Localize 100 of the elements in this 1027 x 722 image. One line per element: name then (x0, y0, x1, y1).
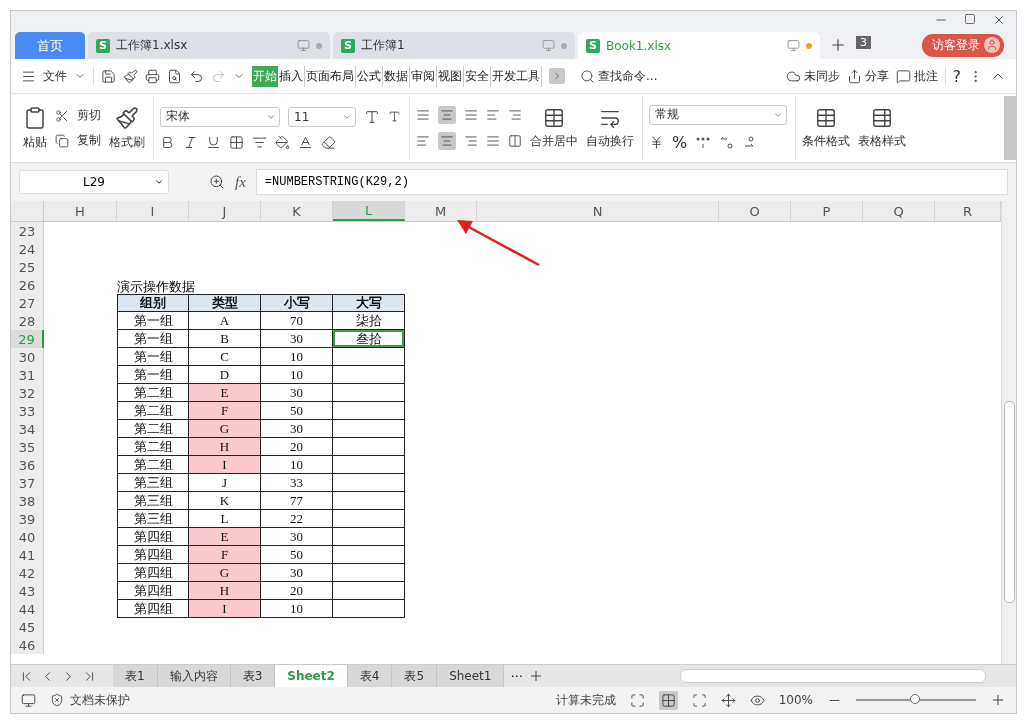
indent-icon[interactable] (508, 108, 522, 122)
cut-icon[interactable] (55, 108, 69, 123)
document-tab[interactable]: S 工作簿1.xlsx (88, 32, 330, 59)
new-tab-icon[interactable] (829, 36, 847, 54)
paste-button[interactable]: 粘贴 (23, 133, 47, 151)
close-icon[interactable] (992, 13, 1006, 27)
row-header[interactable]: 25 (11, 258, 44, 276)
align-right-icon[interactable] (464, 134, 478, 148)
sync-status[interactable]: 未同步 (803, 67, 840, 85)
format-painter-icon[interactable] (115, 105, 139, 130)
number-format-select[interactable]: 常规 (649, 104, 787, 125)
italic-icon[interactable] (183, 134, 198, 150)
row-header[interactable]: 27 (11, 294, 44, 312)
font-size-select[interactable]: 11 (288, 106, 356, 127)
ribbon-tab[interactable]: 安全 (464, 65, 491, 87)
comment-button[interactable]: 批注 (913, 67, 938, 85)
merge-center-button[interactable]: 合并居中 (530, 132, 578, 150)
cut-button[interactable]: 剪切 (77, 107, 101, 124)
underline-icon[interactable] (206, 134, 221, 150)
row-header[interactable]: 40 (11, 528, 44, 546)
sheet-tab[interactable]: Sheet2 (275, 665, 348, 687)
sheet-tab[interactable]: Sheet1 (437, 665, 505, 687)
display-icon[interactable] (21, 692, 36, 708)
comment-icon[interactable] (895, 68, 911, 84)
format-painter-button[interactable]: 格式刷 (109, 133, 145, 151)
row-header[interactable]: 33 (11, 402, 44, 420)
row-header[interactable]: 32 (11, 384, 44, 402)
table-style-button[interactable]: 表格样式 (858, 132, 906, 150)
eraser-icon[interactable] (321, 134, 336, 150)
row-header[interactable]: 44 (11, 600, 44, 618)
zoom-thumb[interactable] (910, 694, 920, 704)
undo-icon[interactable] (189, 68, 204, 84)
more-sheets-button[interactable]: ⋯ (510, 669, 523, 683)
print-icon[interactable] (145, 68, 160, 84)
ribbon-tab[interactable]: 页面布局 (305, 65, 356, 87)
name-box[interactable]: L29 (19, 170, 169, 194)
ribbon-tab[interactable]: 数据 (383, 65, 410, 87)
thousands-separator-icon[interactable] (695, 135, 712, 149)
file-menu[interactable]: 文件 (43, 67, 67, 85)
fill-color-icon[interactable] (275, 134, 290, 150)
row-header[interactable]: 30 (11, 348, 44, 366)
normal-view-icon[interactable] (660, 692, 676, 708)
fullscreen-icon[interactable] (629, 692, 645, 708)
merge-icon[interactable] (543, 106, 565, 129)
decrease-font-icon[interactable] (388, 110, 401, 123)
page-view-icon[interactable] (691, 692, 707, 708)
horizontal-scrollbar[interactable] (680, 669, 986, 683)
row-header[interactable]: 42 (11, 564, 44, 582)
ribbon-tab[interactable]: 开发工具 (491, 65, 542, 87)
share-button[interactable]: 分享 (864, 67, 889, 85)
paste-icon[interactable] (23, 105, 47, 130)
preview-icon[interactable] (167, 68, 182, 84)
align-bottom-icon[interactable] (464, 108, 478, 122)
row-header[interactable]: 23 (11, 222, 44, 240)
zoom-in-icon[interactable] (990, 692, 1006, 708)
scroll-thumb[interactable] (1003, 401, 1015, 603)
increase-decimal-icon[interactable] (719, 135, 736, 149)
outdent-icon[interactable] (486, 108, 500, 122)
row-header[interactable]: 38 (11, 492, 44, 510)
document-tab[interactable]: S Book1.xlsx (578, 32, 820, 59)
command-search[interactable]: 查找命令... (598, 67, 658, 85)
help-button[interactable]: ? (952, 66, 961, 86)
row-header[interactable]: 36 (11, 456, 44, 474)
row-header[interactable]: 35 (11, 438, 44, 456)
row-header[interactable]: 34 (11, 420, 44, 438)
split-view-icon[interactable] (720, 692, 736, 708)
row-header[interactable]: 26 (11, 276, 44, 294)
eye-protection-icon[interactable] (749, 692, 765, 708)
row-header[interactable]: 43 (11, 582, 44, 600)
sheet-tab[interactable]: 表1 (113, 665, 158, 687)
align-top-icon[interactable] (416, 108, 430, 122)
cloud-icon[interactable] (785, 68, 801, 84)
save-icon[interactable] (101, 68, 116, 84)
table-style-icon[interactable] (871, 106, 893, 129)
conditional-format-button[interactable]: 条件格式 (802, 132, 850, 150)
tab-count[interactable]: 3 (856, 36, 871, 49)
sheet-tab[interactable]: 表3 (230, 665, 276, 687)
menu-icon[interactable] (21, 68, 36, 84)
monitor-icon[interactable] (787, 39, 800, 52)
row-header[interactable]: 46 (11, 636, 44, 654)
align-left-icon[interactable] (416, 134, 430, 148)
sheet-tab[interactable]: 表4 (347, 665, 393, 687)
row-header[interactable]: 28 (11, 312, 44, 330)
ribbon-tab[interactable]: 插入 (278, 65, 305, 87)
ribbon-tab[interactable]: 审阅 (410, 65, 437, 87)
sheet-tab[interactable]: 输入内容 (157, 665, 231, 687)
wrap-text-button[interactable]: 自动换行 (586, 132, 634, 150)
zoom-level[interactable]: 100% (778, 693, 813, 707)
borders-icon[interactable] (229, 134, 244, 150)
row-header[interactable]: 37 (11, 474, 44, 492)
font-color-icon[interactable] (298, 134, 313, 150)
sheet-tab[interactable]: 表5 (392, 665, 438, 687)
row-header[interactable]: 31 (11, 366, 44, 384)
row-header[interactable]: 24 (11, 240, 44, 258)
share-icon[interactable] (846, 68, 862, 84)
row-header[interactable]: 41 (11, 546, 44, 564)
maximize-icon[interactable] (964, 13, 976, 25)
font-select[interactable]: 宋体 (160, 106, 280, 127)
shield-icon[interactable] (50, 693, 64, 707)
justify-icon[interactable] (486, 134, 500, 148)
